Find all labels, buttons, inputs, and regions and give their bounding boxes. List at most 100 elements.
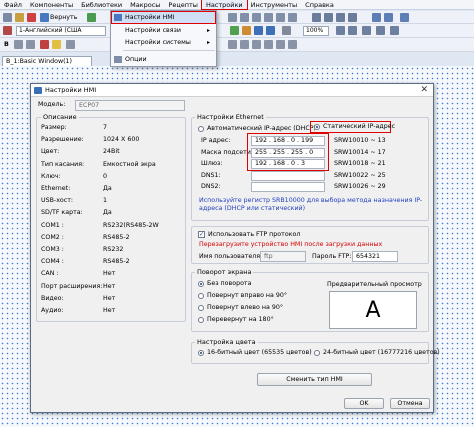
ftp-checkbox-label[interactable]: Использовать FTP протокол [208,231,300,239]
font-icon[interactable] [3,26,12,35]
ethernet-note: Используйте регистр SRB10000 для выбора … [199,197,423,212]
zoom-in-icon[interactable] [336,26,345,35]
close-icon[interactable]: ✕ [420,84,428,97]
ip-row-field[interactable] [251,170,325,181]
document-tab[interactable]: B_1:Basic Window(1) [2,56,92,66]
align-top-icon[interactable] [264,13,273,22]
align-center-icon[interactable] [240,13,249,22]
language-combo[interactable]: 1-Английский (США [16,26,106,36]
ftp-user-field[interactable]: ftp [260,251,306,262]
layer-up-icon[interactable] [336,13,345,22]
ip-row-label: Шлюз: [201,160,223,167]
zoom-combo[interactable]: 100% [303,26,329,36]
menu-settings[interactable]: Настройки [200,0,248,10]
copy-icon[interactable] [3,13,12,22]
spec-value: Емкостной экра [103,160,156,168]
view-icon[interactable] [376,26,385,35]
spec-label: COM4 : [41,258,64,266]
static-ip-radio[interactable] [314,124,320,130]
window-icon[interactable] [390,26,399,35]
ok-button[interactable]: OK [344,398,384,409]
layer-down-icon[interactable] [348,13,357,22]
fit-icon[interactable] [362,26,371,35]
ftp-password-field[interactable]: 654321 [352,251,398,262]
menu-item-options[interactable]: Опции [112,54,215,65]
rotation-radio[interactable] [198,293,204,299]
undo-label[interactable]: Вернуть [50,14,77,21]
menu-components[interactable]: Компоненты [26,0,77,9]
color-16bit-radio[interactable] [198,350,204,356]
paste-icon[interactable] [15,13,24,22]
compile-icon[interactable] [230,26,239,35]
text-align-icon[interactable] [66,40,75,49]
align-bottom-icon[interactable] [288,13,297,22]
italic-icon[interactable] [14,40,23,49]
upload-icon[interactable] [266,26,275,35]
spec-label: Аудио: [41,307,64,314]
delete-icon[interactable] [27,13,36,22]
rotation-option-label[interactable]: Повернут влево на 90° [207,304,283,312]
dhcp-radio[interactable] [198,126,204,132]
align-left-icon[interactable] [228,13,237,22]
hmi-settings-dialog: Настройки HMI ✕ Модель: ECP07 Описание Р… [30,83,440,413]
line-icon[interactable] [228,40,237,49]
static-ip-label[interactable]: Статический IP-адрес [323,123,395,131]
grid-icon[interactable] [372,13,381,22]
group-icon[interactable] [312,13,321,22]
menu-file[interactable]: Файл [0,0,26,9]
ungroup-icon[interactable] [324,13,333,22]
color-16bit-label[interactable]: 16-битный цвет (65535 цветов) [207,349,312,357]
menu-recipes[interactable]: Рецепты [164,0,202,9]
rotation-group-title: Поворот экрана [195,268,254,276]
zoom-out-icon[interactable] [348,26,357,35]
rotation-option-label[interactable]: Перевернут на 180° [207,316,274,324]
rotation-radio[interactable] [198,305,204,311]
align-right-icon[interactable] [252,13,261,22]
font-color-icon[interactable] [40,40,49,49]
menu-help[interactable]: Справка [301,0,338,9]
rotation-option-label[interactable]: Повернут вправо на 90° [207,292,287,300]
menu-item-hmi-settings[interactable]: Настройки HMI [111,11,216,24]
ip-row-label: DNS2: [201,183,221,190]
zoom-icon[interactable] [282,26,291,35]
preview-letter: A [365,298,381,323]
menu-macros[interactable]: Макросы [126,0,164,9]
simulate-icon[interactable] [242,26,251,35]
text-icon[interactable] [288,40,297,49]
ftp-checkbox[interactable]: ✓ [198,231,205,238]
download-icon[interactable] [254,26,263,35]
change-hmi-type-button[interactable]: Сменить тип HMI [257,373,372,386]
ip-row-label: Маска подсети: [201,148,253,156]
rotation-radio[interactable] [198,281,204,287]
snap-icon[interactable] [384,13,393,22]
rotation-option-label[interactable]: Без поворота [207,280,251,288]
color-24bit-label[interactable]: 24-битный цвет (16777216 цветов) [323,349,440,357]
circle-icon[interactable] [252,40,261,49]
spec-value: RS485-2 [103,233,130,241]
dhcp-label[interactable]: Автоматический IP-адрес (DHCP) [207,125,316,133]
spec-value: 1024 X 600 [103,136,140,144]
arc-icon[interactable] [276,40,285,49]
color-24bit-radio[interactable] [314,350,320,356]
dialog-title: Настройки HMI [45,86,97,94]
polygon-icon[interactable] [264,40,273,49]
menu-item-system-settings[interactable]: Настройки системы ▸ [112,37,215,48]
spec-value: Нет [103,307,116,314]
menu-item-comm-settings[interactable]: Настройки связи ▸ [112,25,215,36]
bold-button[interactable]: B [4,41,9,48]
rotation-radio[interactable] [198,317,204,323]
undo-icon[interactable] [40,13,49,22]
rect-icon[interactable] [240,40,249,49]
menu-tools[interactable]: Инструменты [247,0,302,9]
ip-row-field[interactable] [251,182,325,192]
redo-icon[interactable] [87,13,96,22]
align-middle-icon[interactable] [276,13,285,22]
ip-row-register: SRW10026 ~ 29 [334,183,386,190]
spec-label: Разрешение: [41,136,84,144]
fill-color-icon[interactable] [52,40,61,49]
menu-libraries[interactable]: Библиотеки [77,0,126,9]
size-icon[interactable] [400,13,409,22]
cancel-button[interactable]: Отмена [390,398,430,409]
underline-icon[interactable] [26,40,35,49]
spec-label: CAN : [41,270,59,278]
